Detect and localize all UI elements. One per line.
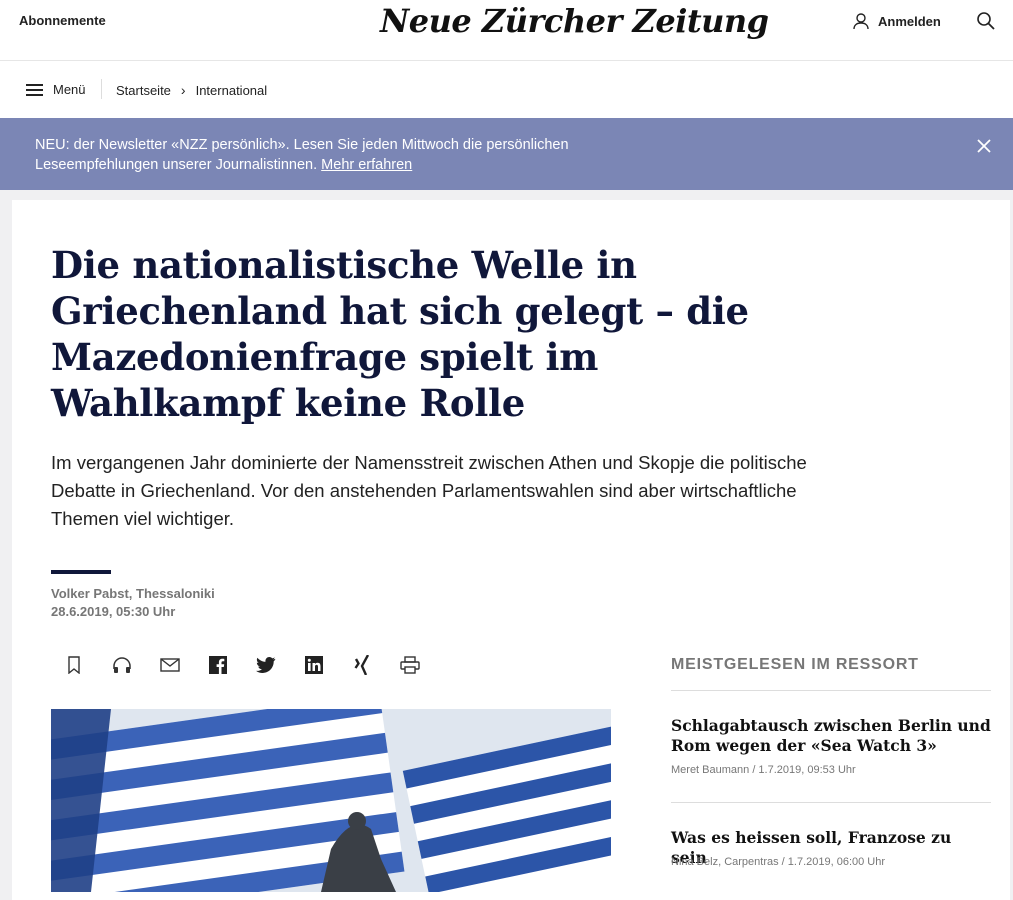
close-icon[interactable] xyxy=(977,139,991,153)
banner-more-link[interactable]: Mehr erfahren xyxy=(321,157,412,173)
sidebar-divider xyxy=(671,802,991,803)
article-author[interactable]: Volker Pabst, Thessaloniki xyxy=(51,586,215,601)
login-link[interactable]: Anmelden xyxy=(852,12,941,30)
share-toolbar xyxy=(64,654,420,676)
sidebar-title: MEISTGELESEN IM RESSORT xyxy=(671,656,919,673)
site-header: Abonnemente Neue Zürcher Zeitung Anmelde… xyxy=(0,0,1013,61)
greek-flags-image xyxy=(51,709,611,892)
article-photo xyxy=(51,709,611,892)
chevron-right-icon: › xyxy=(180,82,186,98)
sidebar-item-headline[interactable]: Schlagabtausch zwischen Berlin und Rom w… xyxy=(671,716,991,756)
subscription-link[interactable]: Abonnemente xyxy=(19,13,106,28)
twitter-icon[interactable] xyxy=(256,654,276,676)
sidebar-item-meta: Meret Baumann / 1.7.2019, 09:53 Uhr xyxy=(671,764,856,776)
linkedin-icon[interactable] xyxy=(304,654,324,676)
article-headline: Die nationalistische Welle in Griechenla… xyxy=(51,243,749,425)
article-lead: Im vergangenen Jahr dominierte der Namen… xyxy=(51,452,807,529)
author-rule xyxy=(51,570,111,574)
breadcrumb: Startseite › International xyxy=(116,82,267,98)
hamburger-icon xyxy=(26,83,43,96)
breadcrumb-international[interactable]: International xyxy=(196,83,268,98)
article-date: 28.6.2019, 05:30 Uhr xyxy=(51,604,176,619)
sidebar-item-meta: Nina Belz, Carpentras / 1.7.2019, 06:00 … xyxy=(671,856,886,868)
menu-button[interactable]: Menü xyxy=(26,82,86,97)
login-label: Anmelden xyxy=(878,13,941,29)
facebook-icon[interactable] xyxy=(208,654,228,676)
user-icon xyxy=(853,13,869,30)
breadcrumb-startseite[interactable]: Startseite xyxy=(116,83,171,98)
search-icon[interactable] xyxy=(976,11,996,31)
nav-divider xyxy=(101,79,102,99)
xing-icon[interactable] xyxy=(352,654,372,676)
sidebar-divider xyxy=(671,690,991,691)
headphones-icon[interactable] xyxy=(112,654,132,676)
banner-message: NEU: der Newsletter «NZZ persönlich». Le… xyxy=(35,135,635,175)
mail-icon[interactable] xyxy=(160,654,180,676)
bookmark-icon[interactable] xyxy=(64,654,84,676)
nzz-logo[interactable]: Neue Zürcher Zeitung xyxy=(380,2,769,40)
print-icon[interactable] xyxy=(400,654,420,676)
nav-bar: Menü Startseite › International xyxy=(0,61,1013,118)
banner-text: NEU: der Newsletter «NZZ persönlich». Le… xyxy=(35,137,569,173)
newsletter-banner: NEU: der Newsletter «NZZ persönlich». Le… xyxy=(0,118,1013,190)
menu-label: Menü xyxy=(53,82,86,97)
